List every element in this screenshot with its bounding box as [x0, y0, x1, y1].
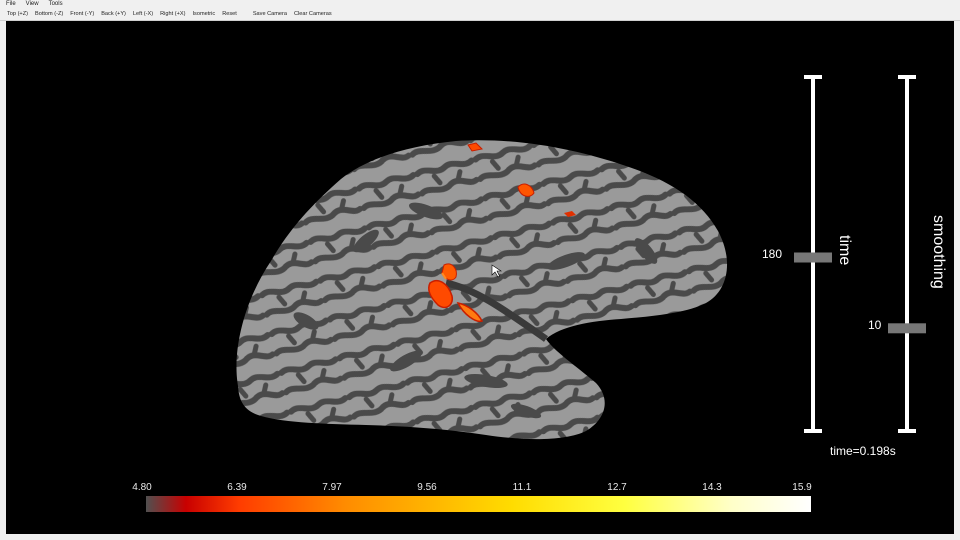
time-slider-value: 180	[762, 247, 783, 261]
toolbar: Top (+Z) Bottom (-Z) Front (-Y) Back (+Y…	[0, 9, 960, 21]
view-right-button[interactable]: Right (+X)	[160, 9, 185, 20]
smoothing-slider-handle[interactable]	[888, 323, 926, 334]
colorbar-tick-label: 7.97	[322, 482, 342, 493]
view-isometric-button[interactable]: Isometric	[192, 9, 215, 20]
time-slider-label: time	[836, 235, 853, 266]
time-readout: time=0.198s	[830, 444, 896, 458]
menu-file[interactable]: File	[6, 0, 16, 9]
render-viewport[interactable]: 180 time 10 smoothing time=0.198s 4.80 6…	[6, 21, 954, 534]
clear-cameras-button[interactable]: Clear Cameras	[294, 9, 332, 20]
reset-view-button[interactable]: Reset	[222, 9, 237, 20]
time-slider[interactable]	[794, 75, 832, 433]
cortex-surface	[236, 140, 728, 440]
colorbar-tick-label: 14.3	[702, 482, 722, 493]
colorbar-tick-label: 6.39	[227, 482, 247, 493]
smoothing-slider[interactable]	[888, 75, 926, 433]
menu-view[interactable]: View	[26, 0, 39, 9]
view-back-button[interactable]: Back (+Y)	[101, 9, 126, 20]
menu-tools[interactable]: Tools	[49, 0, 63, 9]
view-left-button[interactable]: Left (-X)	[133, 9, 153, 20]
save-camera-button[interactable]: Save Camera	[253, 9, 287, 20]
colorbar-tick-label: 12.7	[607, 482, 627, 493]
smoothing-slider-label: smoothing	[930, 215, 947, 289]
colorbar-tick-label: 4.80	[132, 482, 152, 493]
view-bottom-button[interactable]: Bottom (-Z)	[35, 9, 63, 20]
menu-bar: File View Tools	[0, 0, 960, 9]
smoothing-slider-value: 10	[868, 318, 882, 332]
view-front-button[interactable]: Front (-Y)	[70, 9, 94, 20]
colorbar	[146, 496, 811, 512]
view-top-button[interactable]: Top (+Z)	[7, 9, 28, 20]
colorbar-tick-label: 11.1	[512, 482, 532, 493]
colorbar-tick-label: 9.56	[417, 482, 437, 493]
brain-render[interactable]	[6, 21, 954, 534]
colorbar-tick-label: 15.9	[792, 482, 812, 493]
time-slider-handle[interactable]	[794, 252, 832, 263]
